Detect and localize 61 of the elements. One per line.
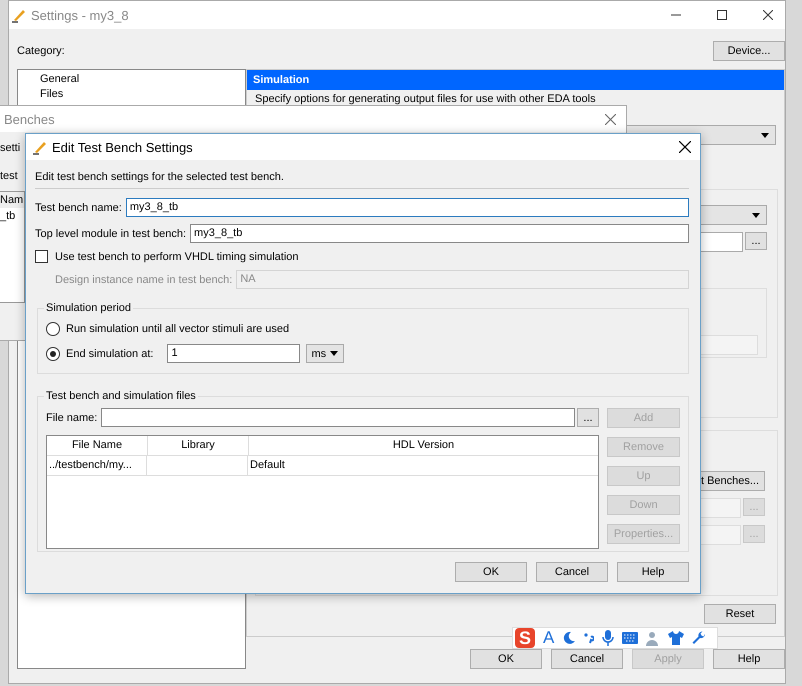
- device-button[interactable]: Device...: [713, 41, 785, 61]
- window-title: Settings - my3_8: [31, 8, 129, 22]
- file-name-field[interactable]: [101, 408, 575, 427]
- dropdown-arrow-icon: [330, 351, 338, 356]
- unit-dropdown[interactable]: ms: [306, 344, 344, 363]
- column-header: HDL Version: [392, 438, 456, 453]
- column-header: Library: [148, 436, 249, 455]
- dialog-button[interactable]: OK: [470, 649, 542, 669]
- radio-label: End simulation at:: [66, 348, 154, 360]
- dialog-button[interactable]: Cancel: [551, 649, 623, 669]
- field-label: Test bench name:: [35, 202, 122, 214]
- wrench-icon[interactable]: [692, 631, 706, 645]
- radio-button[interactable]: [46, 346, 60, 360]
- panel-title: Simulation: [247, 70, 784, 90]
- browse-button[interactable]: ...: [745, 232, 767, 250]
- dropdown-arrow-icon: [761, 132, 769, 138]
- keyboard-icon[interactable]: [622, 632, 638, 644]
- shirt-icon[interactable]: [668, 631, 684, 645]
- microphone-icon[interactable]: [602, 630, 614, 646]
- field-label: Top level module in test bench:: [35, 228, 186, 240]
- radio-label: Run simulation until all vector stimuli are used: [66, 323, 290, 335]
- category-item[interactable]: Files: [40, 87, 245, 102]
- browse-button[interactable]: ...: [577, 408, 599, 427]
- category-item[interactable]: General: [40, 72, 245, 87]
- moon-icon[interactable]: [562, 631, 576, 645]
- panel-description: Specify options for generating output files for use with other EDA tools: [255, 93, 596, 105]
- window-title: Edit Test Bench Settings: [52, 140, 193, 154]
- table-cell: ../testbench/my...: [47, 456, 147, 475]
- dialog-button[interactable]: Cancel: [536, 562, 608, 582]
- test-label: test: [0, 169, 18, 183]
- column-header: Nam: [0, 192, 24, 208]
- font-letter-icon[interactable]: A: [543, 628, 554, 648]
- field-label: Design instance name in test bench:: [55, 274, 232, 286]
- input-method-logo[interactable]: S: [515, 628, 535, 648]
- field-label: File name:: [46, 412, 98, 424]
- group-title: Test bench and simulation files: [45, 390, 197, 402]
- window-title: Benches: [4, 112, 55, 126]
- dialog-button[interactable]: Help: [617, 562, 689, 582]
- end-time-field[interactable]: 1: [167, 344, 300, 363]
- checkbox[interactable]: [35, 250, 48, 263]
- dialog-description: Edit test bench settings for the selected test bench.: [35, 171, 689, 189]
- table-cell-text: Default: [249, 458, 286, 473]
- maximize-icon[interactable]: [717, 10, 727, 20]
- radio-button[interactable]: [46, 322, 60, 336]
- reset-button[interactable]: Reset: [704, 604, 776, 624]
- close-icon[interactable]: [763, 10, 773, 20]
- settings-label: setti: [0, 141, 20, 155]
- pencil-icon: [11, 7, 27, 23]
- test-bench-name-field[interactable]: my3_8_tb: [126, 198, 689, 217]
- pencil-icon: [32, 139, 48, 155]
- dialog-button[interactable]: OK: [455, 562, 527, 582]
- punctuation-icon[interactable]: [584, 631, 594, 645]
- column-header: File Name: [47, 436, 148, 455]
- group-title: Simulation period: [45, 302, 132, 314]
- dropdown-arrow-icon: [752, 212, 760, 218]
- dialog-button[interactable]: Help: [713, 649, 785, 669]
- close-icon[interactable]: [679, 141, 691, 153]
- category-label: Category:: [17, 45, 65, 57]
- list-item[interactable]: _tb: [0, 208, 24, 224]
- top-level-module-field[interactable]: my3_8_tb: [190, 224, 689, 243]
- checkbox-label: Use test bench to perform VHDL timing simulation: [55, 250, 299, 262]
